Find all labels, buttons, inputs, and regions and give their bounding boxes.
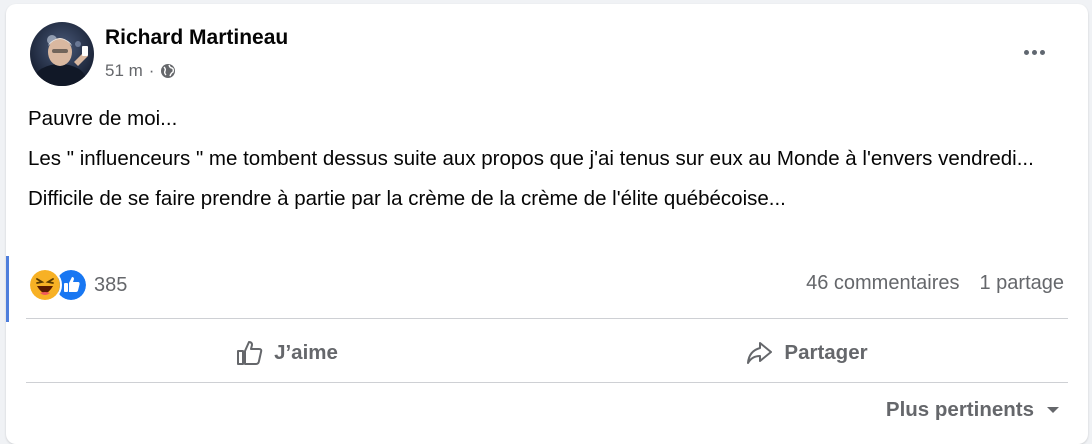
post-meta: 51 m · [105,61,176,81]
post-body: Pauvre de moi... Les " influenceurs " me… [28,104,1068,224]
post-time[interactable]: 51 m [105,61,143,81]
post-paragraph: Pauvre de moi... [28,107,178,130]
more-options-button[interactable] [1016,34,1052,70]
meta-separator: · [148,61,155,80]
more-dot-icon [1039,49,1045,55]
post-card: Richard Martineau 51 m · Pauvre de moi..… [6,4,1088,444]
share-arrow-icon [747,342,773,364]
globe-icon [160,63,176,79]
author-name[interactable]: Richard Martineau [105,26,288,50]
divider [26,382,1068,383]
share-button[interactable]: Partager [546,324,1066,382]
more-dot-icon [1031,49,1037,55]
sort-label: Plus pertinents [885,398,1034,421]
share-label: Partager [784,341,868,364]
caret-down-icon [1047,407,1059,413]
like-button[interactable]: J’aime [26,324,546,382]
reaction-count[interactable]: 385 [94,274,127,297]
shares-count-link[interactable]: 1 partage [979,272,1064,295]
like-label: J’aime [274,341,338,364]
post-paragraph: Difficile de se faire prendre à partie p… [28,187,786,210]
focus-accent-bar [6,256,9,322]
post-stats: 46 commentaires 1 partage [806,272,1064,295]
laughing-emoji-icon [28,268,62,302]
avatar-image [30,22,94,86]
divider [26,318,1068,319]
post-paragraph: Les " influenceurs " me tombent dessus s… [28,147,1034,170]
reaction-summary[interactable]: 385 [28,268,127,302]
more-dot-icon [1023,49,1029,55]
avatar[interactable] [30,22,94,86]
comments-sort-dropdown[interactable]: Plus pertinents [886,398,1060,422]
comments-count-link[interactable]: 46 commentaires [806,272,959,295]
thumbs-up-icon [237,341,263,365]
